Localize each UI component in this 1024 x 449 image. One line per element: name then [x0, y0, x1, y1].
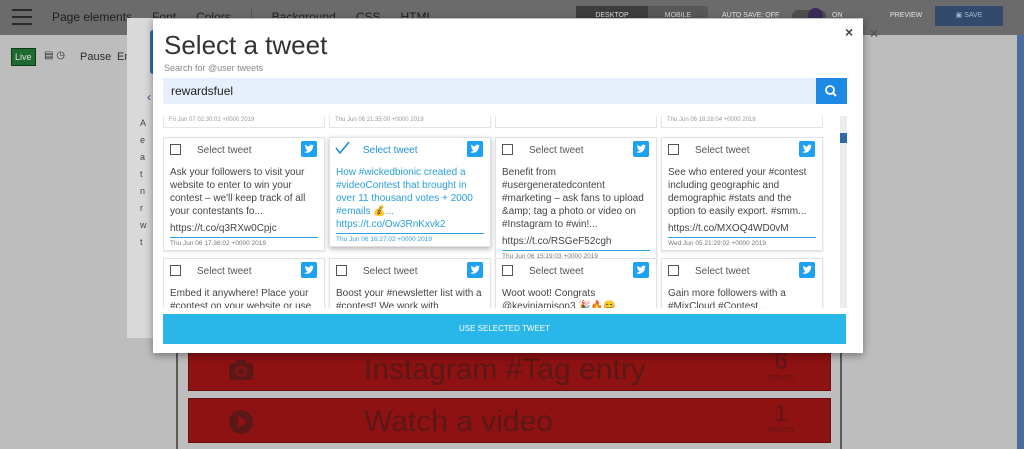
- points-label: POINTS: [767, 427, 795, 434]
- tweet-text: Woot woot! Congrats @kevinjamison3 🎉🔥😊: [502, 288, 616, 308]
- twitter-icon: [467, 141, 483, 157]
- tweet-grid-scrollbar[interactable]: [840, 116, 847, 308]
- tweet-grid: Fri Jun 07 02:30:01 +0000 2019 Select tw…: [163, 116, 838, 308]
- twitter-icon: [467, 262, 483, 278]
- tweet-card-header: Select tweet: [164, 138, 324, 162]
- twitter-icon: [799, 141, 815, 157]
- tweet-date: Thu Jun 06 21:35:00 +0000 2019: [335, 117, 424, 123]
- checkmark-icon[interactable]: [334, 140, 350, 156]
- tweet-card-header: Select tweet: [330, 259, 490, 283]
- modal-subtitle: Search for @user tweets: [164, 63, 264, 73]
- tweet-card-header: Select tweet: [496, 259, 656, 283]
- tweet-card[interactable]: Select tweet See who entered your #conte…: [661, 137, 823, 251]
- calendar-clock-icons[interactable]: ▤ ◷: [44, 50, 65, 61]
- tweet-checkbox[interactable]: [502, 265, 513, 276]
- tweet-link[interactable]: https://t.co/MXOQ4WD0vM: [662, 218, 822, 235]
- tweet-card[interactable]: Select tweet Benefit from #usergenerated…: [495, 137, 657, 264]
- points-label: POINTS: [767, 375, 795, 382]
- tweet-text: See who entered your #contest including …: [668, 167, 807, 217]
- select-tweet-label: Select tweet: [695, 266, 750, 277]
- chevron-left-icon[interactable]: ‹: [147, 90, 151, 104]
- tweet-card-partial[interactable]: [495, 116, 657, 128]
- entry-title: Watch a video: [364, 405, 553, 438]
- tweet-date: Thu Jun 06 17:36:02 +0000 2019: [170, 240, 266, 247]
- tweet-card[interactable]: Select tweet Embed it anywhere! Place yo…: [163, 258, 325, 308]
- tweet-card-header: Select tweet: [496, 138, 656, 162]
- tweet-card-header: Select tweet: [330, 138, 490, 162]
- tweet-text: Boost your #newsletter list with a #cont…: [336, 288, 482, 308]
- tweet-text: Benefit from #usergeneratedcontent #mark…: [502, 167, 644, 230]
- tweet-date: Thu Jun 06 16:27:02 +0000 2019: [336, 236, 432, 243]
- select-tweet-label: Select tweet: [363, 145, 418, 156]
- select-tweet-modal: Select a tweet Search for @user tweets ×…: [153, 19, 863, 353]
- pause-button[interactable]: Pause: [80, 51, 111, 63]
- tweet-text: Gain more followers with a #MixCloud #Co…: [668, 288, 786, 308]
- tweet-card-partial[interactable]: Thu Jun 06 21:35:00 +0000 2019: [329, 116, 491, 128]
- save-button[interactable]: ▣ SAVE: [935, 6, 1003, 26]
- tweet-card[interactable]: Select tweet Boost your #newsletter list…: [329, 258, 491, 308]
- search-input[interactable]: [163, 78, 816, 104]
- save-label: SAVE: [964, 12, 983, 19]
- tweet-text: How #wickedbionic created a #videoContes…: [336, 167, 473, 230]
- select-tweet-label: Select tweet: [197, 266, 252, 277]
- entry-method-video[interactable]: Watch a video 1 POINTS: [188, 398, 831, 443]
- tweet-link[interactable]: https://t.co/q3RXw0Cpjc: [164, 218, 324, 235]
- tweet-checkbox[interactable]: [336, 265, 347, 276]
- save-icon: ▣: [955, 12, 965, 19]
- frame-right-line: [840, 340, 842, 449]
- tweet-card[interactable]: Select tweet Gain more followers with a …: [661, 258, 823, 308]
- twitter-icon: [301, 141, 317, 157]
- select-tweet-label: Select tweet: [197, 145, 252, 156]
- close-icon[interactable]: ×: [845, 24, 853, 40]
- tweet-card-header: Select tweet: [164, 259, 324, 283]
- tweet-card-partial[interactable]: Thu Jun 06 18:28:04 +0000 2019: [661, 116, 823, 128]
- entry-points: 1 POINTS: [761, 400, 801, 435]
- entry-points: 6 POINTS: [761, 349, 801, 383]
- twitter-icon: [301, 262, 317, 278]
- modal-title: Select a tweet: [164, 30, 328, 60]
- twitter-icon: [633, 262, 649, 278]
- tweet-checkbox[interactable]: [170, 144, 181, 155]
- select-tweet-label: Select tweet: [529, 266, 584, 277]
- underlying-close-icon[interactable]: ×: [870, 25, 878, 41]
- tweet-card-partial[interactable]: Fri Jun 07 02:30:01 +0000 2019: [163, 116, 325, 128]
- tweet-checkbox[interactable]: [668, 144, 679, 155]
- select-tweet-label: Select tweet: [363, 266, 418, 277]
- tweet-checkbox[interactable]: [668, 265, 679, 276]
- use-selected-tweet-button[interactable]: USE SELECTED TWEET: [163, 314, 846, 344]
- twitter-icon: [799, 262, 815, 278]
- points-value: 1: [774, 400, 788, 427]
- tweet-card-selected[interactable]: Select tweet How #wickedbionic created a…: [329, 137, 491, 247]
- tweet-card-header: Select tweet: [662, 259, 822, 283]
- scrollbar-thumb[interactable]: [840, 133, 847, 143]
- entry-title: Instagram #Tag entry: [364, 353, 646, 386]
- tweet-card[interactable]: Select tweet Ask your followers to visit…: [163, 137, 325, 251]
- tweet-link[interactable]: https://t.co/RSGeF52cgh: [496, 231, 656, 248]
- underlying-text: Aeatnrwt: [140, 118, 147, 247]
- tweet-text: Ask your followers to visit your website…: [170, 167, 306, 217]
- frame-left-line: [176, 340, 178, 449]
- nav-page-elements[interactable]: Page elements: [52, 10, 132, 27]
- select-tweet-label: Select tweet: [695, 145, 750, 156]
- menu-icon[interactable]: [12, 9, 32, 25]
- tweet-text: Embed it anywhere! Place your #contest o…: [170, 288, 312, 308]
- tweet-checkbox[interactable]: [502, 144, 513, 155]
- twitter-icon: [633, 141, 649, 157]
- tweet-date: Wed Jun 05 21:29:02 +0000 2019: [668, 240, 767, 247]
- search-icon: [825, 85, 837, 97]
- camera-icon: [229, 360, 253, 380]
- live-button[interactable]: Live: [11, 48, 36, 66]
- right-panel-edge: [1017, 35, 1024, 449]
- tweet-checkbox[interactable]: [170, 265, 181, 276]
- select-tweet-label: Select tweet: [529, 145, 584, 156]
- tweet-card-header: Select tweet: [662, 138, 822, 162]
- tweet-card[interactable]: Select tweet Woot woot! Congrats @kevinj…: [495, 258, 657, 308]
- search-button[interactable]: [816, 78, 847, 104]
- preview-button[interactable]: PREVIEW: [890, 12, 922, 19]
- tweet-date: Thu Jun 06 18:28:04 +0000 2019: [667, 117, 756, 123]
- play-icon: [229, 410, 253, 434]
- tweet-date: Fri Jun 07 02:30:01 +0000 2019: [169, 117, 255, 123]
